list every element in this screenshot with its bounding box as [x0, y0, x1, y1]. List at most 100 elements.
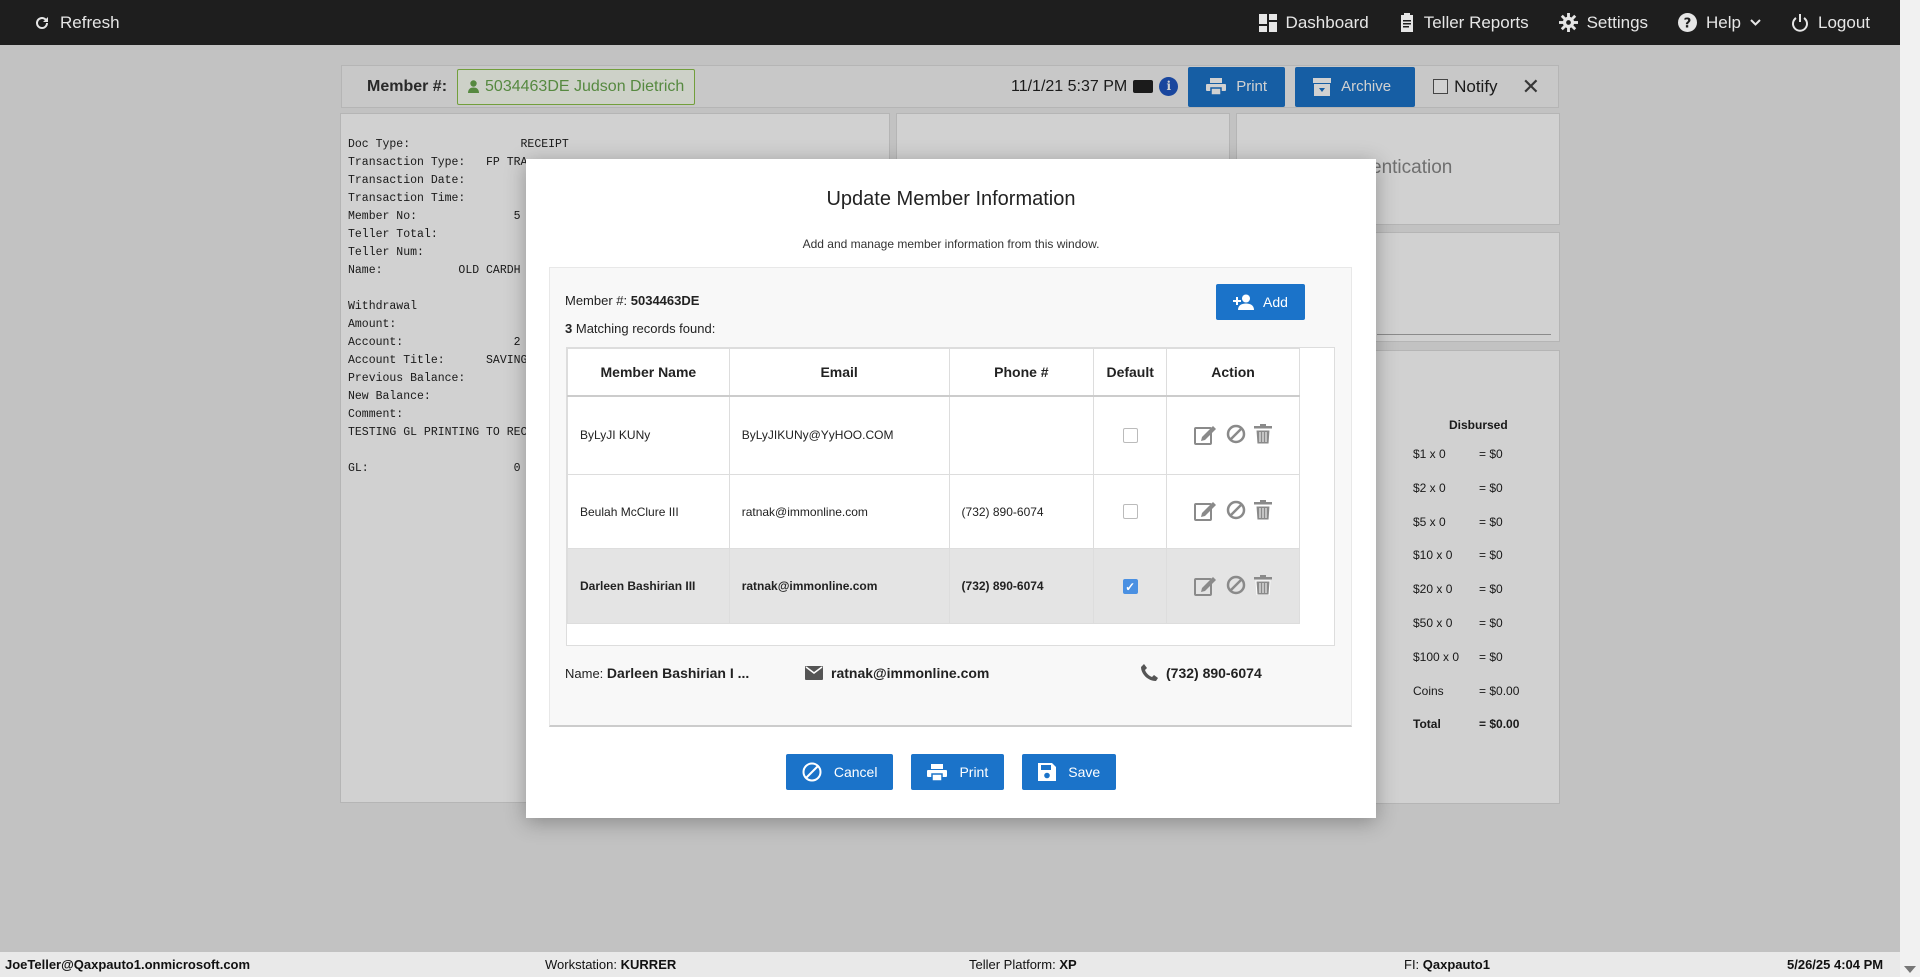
cell-default	[1093, 395, 1168, 475]
printer-icon	[927, 763, 948, 781]
nav-settings[interactable]: Settings	[1558, 13, 1648, 33]
default-checkbox[interactable]	[1122, 504, 1138, 520]
main-nav: Dashboard Teller Reports Settings ? Help…	[1229, 13, 1870, 33]
cell-action	[1166, 395, 1300, 475]
cell-member-name: Beulah McClure III	[567, 474, 730, 549]
modal-footer: Cancel Print Save	[526, 754, 1376, 790]
status-user: JoeTeller@Qaxpauto1.onmicrosoft.com	[5, 957, 250, 972]
col-default[interactable]: Default	[1093, 348, 1168, 397]
cell-member-name: ByLyJI KUNy	[567, 395, 730, 475]
trash-icon[interactable]	[1254, 423, 1273, 447]
trash-icon[interactable]	[1254, 574, 1273, 598]
gear-icon	[1558, 13, 1578, 32]
save-icon	[1038, 763, 1057, 781]
phone-icon	[1141, 664, 1158, 681]
nav-help[interactable]: ? Help	[1678, 13, 1761, 33]
cell-email: ratnak@immonline.com	[728, 548, 950, 624]
add-label: Add	[1263, 294, 1288, 310]
print-button[interactable]: Print	[911, 754, 1005, 790]
status-platform-label: Teller Platform:	[969, 957, 1056, 972]
cancel-icon	[802, 762, 822, 782]
trash-icon[interactable]	[1254, 500, 1273, 523]
match-text: Matching records found:	[575, 321, 716, 336]
dashboard-icon	[1258, 13, 1277, 32]
summary-email: ratnak@immonline.com	[805, 665, 1141, 681]
table-header-row: Member Name Email Phone # Default Action	[567, 348, 1300, 397]
edit-icon[interactable]	[1194, 574, 1218, 599]
status-datetime: 5/26/25 4:04 PM	[1787, 957, 1883, 972]
scroll-down-arrow[interactable]	[1904, 966, 1916, 973]
status-platform: Teller Platform: XP	[969, 957, 1077, 972]
cell-phone	[948, 395, 1095, 475]
match-count-line: 3 Matching records found:	[565, 321, 715, 336]
svg-text:?: ?	[1684, 16, 1692, 31]
default-checkbox[interactable]: ✓	[1122, 578, 1138, 594]
member-records-section: Member #: 5034463DE 3 Matching records f…	[549, 267, 1352, 727]
nav-teller-reports[interactable]: Teller Reports	[1399, 13, 1529, 33]
refresh-button[interactable]: Refresh	[34, 13, 120, 33]
summary-name: Name: Darleen Bashirian I ...	[565, 665, 805, 681]
add-member-button[interactable]: Add	[1216, 284, 1305, 320]
cell-member-name: Darleen Bashirian III	[567, 548, 730, 624]
top-navbar: Refresh Dashboard Teller Reports Setting…	[0, 0, 1900, 45]
summary-email-value: ratnak@immonline.com	[831, 664, 990, 681]
cancel-label: Cancel	[833, 764, 878, 780]
selected-member-summary: Name: Darleen Bashirian I ... ratnak@imm…	[565, 664, 1345, 681]
edit-icon[interactable]	[1194, 423, 1218, 448]
block-icon[interactable]	[1226, 424, 1246, 447]
block-icon[interactable]	[1226, 575, 1246, 598]
table-row[interactable]: ByLyJI KUNy ByLyJIKUNy@YyHOO.COM	[567, 395, 1300, 475]
member-number-label: Member #:	[565, 293, 628, 308]
refresh-icon	[36, 16, 48, 29]
modal-title: Update Member Information	[826, 188, 1076, 210]
status-fi-value: Qaxpauto1	[1422, 957, 1490, 972]
save-button[interactable]: Save	[1022, 754, 1117, 790]
col-member-name[interactable]: Member Name	[567, 348, 730, 397]
chevron-down-icon	[1750, 18, 1761, 26]
cell-email: ByLyJIKUNy@YyHOO.COM	[728, 395, 950, 475]
print-label: Print	[959, 764, 989, 780]
status-bar: JoeTeller@Qaxpauto1.onmicrosoft.com Work…	[0, 952, 1900, 977]
modal-subtitle: Add and manage member information from t…	[802, 237, 1100, 251]
cell-email: ratnak@immonline.com	[728, 474, 950, 549]
status-platform-value: XP	[1059, 957, 1077, 972]
records-table-container: Member Name Email Phone # Default Action…	[566, 347, 1335, 646]
cell-default	[1093, 474, 1168, 549]
status-workstation: Workstation: KURRER	[545, 957, 676, 972]
summary-name-value: Darleen Bashirian I ...	[606, 664, 750, 681]
summary-phone: (732) 890-6074	[1141, 664, 1262, 681]
help-icon: ?	[1678, 13, 1698, 32]
status-fi-label: FI:	[1404, 957, 1420, 972]
cancel-button[interactable]: Cancel	[785, 754, 894, 790]
summary-phone-value: (732) 890-6074	[1166, 664, 1262, 681]
nav-help-label: Help	[1706, 12, 1741, 32]
col-action: Action	[1166, 348, 1300, 397]
summary-name-label: Name:	[565, 665, 604, 681]
nav-logout[interactable]: Logout	[1791, 13, 1870, 33]
table-row[interactable]: Darleen Bashirian III ratnak@immonline.co…	[567, 548, 1300, 624]
nav-dashboard-label: Dashboard	[1285, 12, 1369, 32]
cell-action	[1166, 548, 1300, 624]
table-row[interactable]: Beulah McClure III ratnak@immonline.com (7…	[567, 474, 1300, 549]
status-datetime-value: 5/26/25 4:04 PM	[1787, 957, 1884, 972]
save-label: Save	[1068, 764, 1101, 780]
refresh-label: Refresh	[60, 12, 120, 32]
page-scrollbar[interactable]	[1900, 0, 1920, 977]
nav-logout-label: Logout	[1818, 12, 1870, 32]
status-user-value: JoeTeller@Qaxpauto1.onmicrosoft.com	[5, 957, 251, 972]
match-count: 3	[565, 321, 573, 336]
edit-icon[interactable]	[1194, 499, 1218, 524]
cell-action	[1166, 474, 1300, 549]
envelope-icon	[805, 665, 823, 680]
status-workstation-value: KURRER	[620, 957, 677, 972]
default-checkbox[interactable]	[1122, 427, 1138, 443]
nav-dashboard[interactable]: Dashboard	[1258, 12, 1369, 33]
cell-default: ✓	[1093, 548, 1168, 624]
cell-phone: (732) 890-6074	[948, 474, 1095, 549]
status-workstation-label: Workstation:	[545, 957, 618, 972]
col-phone[interactable]: Phone #	[948, 348, 1095, 397]
block-icon[interactable]	[1226, 500, 1246, 523]
col-email[interactable]: Email	[728, 348, 950, 397]
member-records-table: Member Name Email Phone # Default Action…	[567, 348, 1300, 624]
cell-phone: (732) 890-6074	[948, 548, 1095, 624]
